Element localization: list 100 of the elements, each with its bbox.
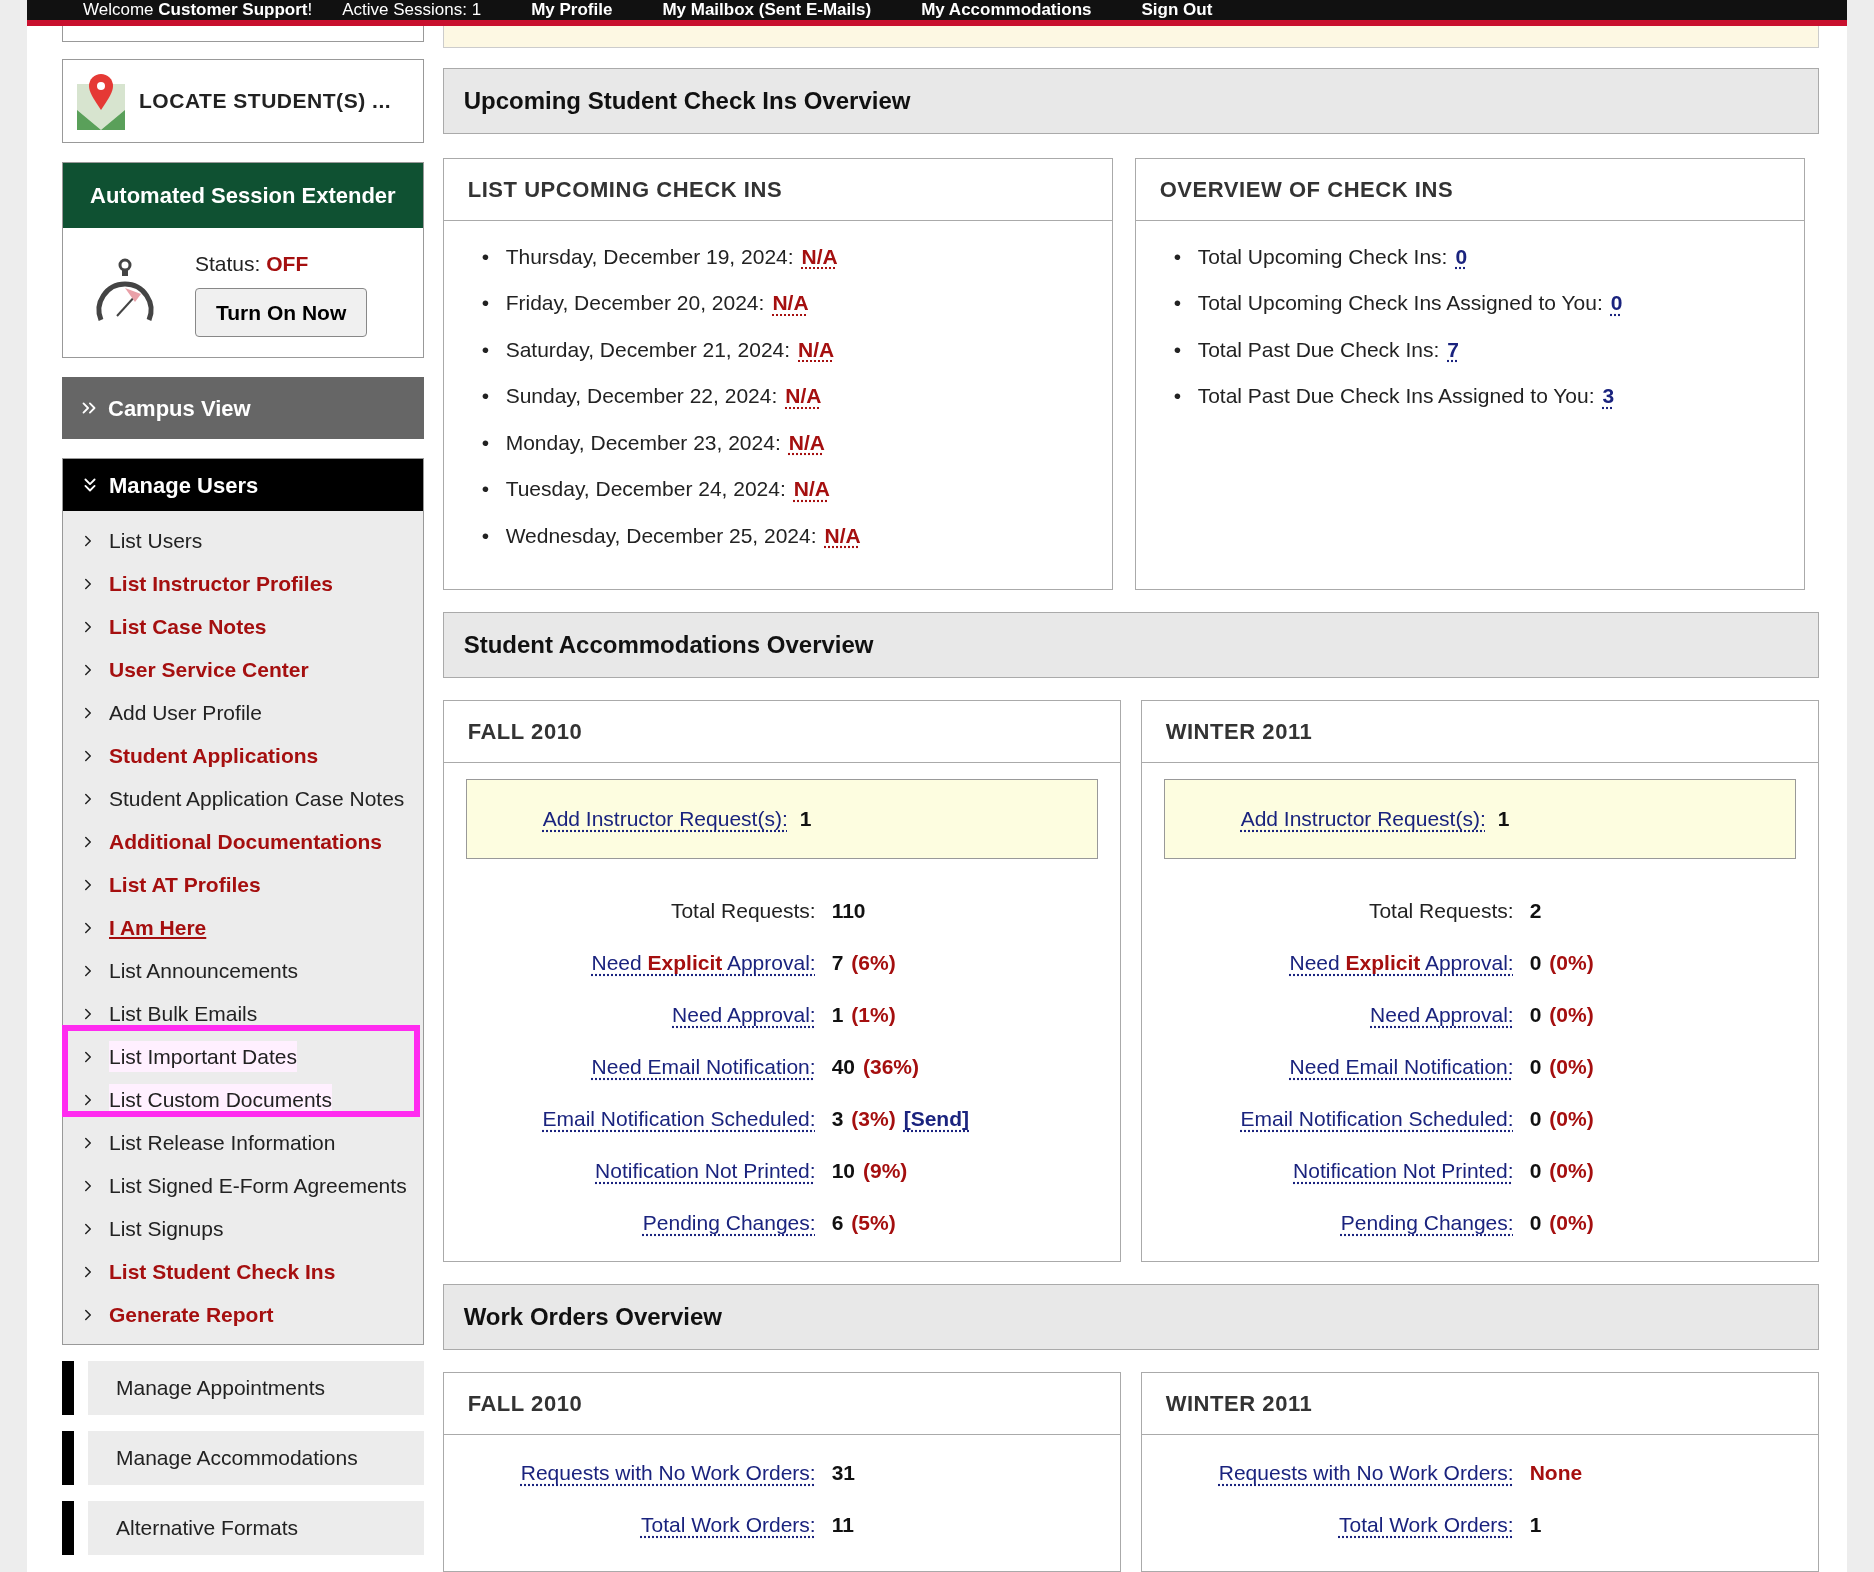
stat-link[interactable]: Notification Not Printed: [595, 1155, 816, 1187]
stat-link[interactable]: Pending Changes: [1340, 1207, 1514, 1239]
stat-count: 0 [1529, 950, 1542, 977]
sidebar-link[interactable]: Student Application Case Notes [109, 782, 405, 815]
stat-link[interactable]: Pending Changes: [642, 1207, 816, 1239]
sidebar-link[interactable]: User Service Center [109, 653, 309, 686]
status-text: Status: OFF [195, 251, 310, 277]
na-link[interactable]: N/A [788, 426, 825, 458]
check-in-date: Wednesday, December 25, 2024: [505, 522, 817, 549]
sidebar-link[interactable]: List Signups [109, 1212, 224, 1245]
stat-link[interactable]: Need Approval: [1370, 999, 1514, 1031]
request-count: 1 [1497, 806, 1510, 833]
stat-percent: (1%) [851, 1002, 896, 1029]
sidebar-link[interactable]: Generate Report [109, 1298, 274, 1331]
bullet: • [1173, 336, 1182, 363]
section-link[interactable]: Alternative Formats [88, 1501, 424, 1555]
na-link[interactable]: N/A [785, 380, 822, 412]
bullet: • [481, 290, 490, 316]
count-link[interactable]: 0 [1610, 287, 1623, 319]
stat-percent: (0%) [1549, 1158, 1594, 1185]
sidebar-link[interactable]: List Users [109, 524, 203, 557]
instructor-request-link[interactable]: Add Instructor Request(s): [542, 803, 788, 835]
work-order-link[interactable]: Requests with No Work Orders: [520, 1457, 816, 1489]
stat-count: 0 [1529, 1210, 1542, 1237]
stat-count: 10 [831, 1158, 855, 1185]
stat-link[interactable]: Notification Not Printed: [1293, 1155, 1514, 1187]
send-link[interactable]: [Send] [903, 1103, 969, 1135]
section-marker [62, 1501, 74, 1555]
stat-percent: (36%) [863, 1054, 920, 1081]
bullet: • [481, 522, 490, 549]
sidebar-link[interactable]: List AT Profiles [109, 868, 261, 901]
stat-link[interactable]: Need Explicit Approval: [1289, 947, 1514, 979]
stat-percent: (5%) [851, 1210, 896, 1237]
overview-label: Total Upcoming Check Ins Assigned to You: [1197, 290, 1603, 316]
stat-percent: (0%) [1549, 1002, 1594, 1029]
work-order-value: 1 [1529, 1512, 1542, 1539]
na-link[interactable]: N/A [772, 287, 809, 319]
bullet: • [1173, 243, 1182, 270]
count-link[interactable]: 0 [1455, 240, 1468, 272]
work-order-link[interactable]: Total Work Orders: [641, 1509, 816, 1541]
card-title: WINTER 2011 [1141, 1373, 1818, 1435]
check-in-date: Friday, December 20, 2024: [505, 290, 765, 316]
stat-count: 0 [1529, 1002, 1542, 1029]
stat-link[interactable]: Need Email Notification: [1289, 1051, 1514, 1083]
count-link[interactable]: 3 [1602, 380, 1615, 412]
stat-link[interactable]: Email Notification Scheduled: [1240, 1103, 1514, 1135]
instructor-request-link[interactable]: Add Instructor Request(s): [1240, 803, 1486, 835]
work-order-value: 11 [831, 1512, 854, 1539]
stat-percent: (0%) [1549, 1210, 1594, 1237]
sessions-text: Active Sessions: 1 [342, 0, 482, 20]
bullet: • [481, 429, 490, 456]
sidebar-link[interactable]: List Instructor Profiles [109, 567, 334, 600]
sidebar-link[interactable]: Student Applications [109, 739, 319, 772]
bullet: • [481, 336, 490, 363]
sidebar-link[interactable]: List Student Check Ins [109, 1255, 336, 1288]
turn-on-button[interactable]: Turn On Now [195, 287, 368, 337]
stat-count: 2 [1529, 898, 1542, 925]
top-nav-link[interactable]: My Mailbox (Sent E-Mails) [662, 0, 872, 20]
top-nav-link[interactable]: Sign Out [1141, 0, 1213, 20]
stat-link[interactable]: Need Explicit Approval: [591, 947, 816, 979]
stat-label: Total Requests: [670, 898, 816, 925]
section-link[interactable]: Manage Accommodations [88, 1431, 424, 1485]
locate-students-button[interactable]: LOCATE STUDENT(S) ... [62, 59, 424, 143]
work-order-link[interactable]: Total Work Orders: [1339, 1509, 1514, 1541]
work-order-value: 31 [831, 1460, 855, 1487]
check-in-date: Monday, December 23, 2024: [505, 429, 781, 456]
sidebar-link[interactable]: I Am Here [109, 911, 207, 944]
bullet: • [481, 243, 490, 270]
campus-view-header[interactable]: Campus View [62, 377, 424, 439]
sidebar-link[interactable]: List Case Notes [109, 610, 267, 643]
sidebar-link[interactable]: List Release Information [109, 1126, 336, 1159]
work-order-link[interactable]: Requests with No Work Orders: [1218, 1457, 1514, 1489]
stat-link[interactable]: Need Approval: [672, 999, 816, 1031]
sidebar-link[interactable]: Additional Documentations [109, 825, 382, 858]
manage-users-header[interactable]: Manage Users [63, 459, 423, 511]
request-count: 1 [799, 806, 812, 833]
sidebar-link[interactable]: List Announcements [109, 954, 299, 987]
check-in-date: Tuesday, December 24, 2024: [505, 476, 786, 502]
na-link[interactable]: N/A [801, 240, 838, 272]
stat-link[interactable]: Email Notification Scheduled: [542, 1103, 816, 1135]
top-nav-link[interactable]: My Profile [531, 0, 613, 20]
sidebar-link[interactable]: List Bulk Emails [109, 997, 258, 1030]
work-order-value: None [1529, 1460, 1583, 1487]
na-link[interactable]: N/A [824, 519, 861, 551]
stat-percent: (0%) [1549, 1054, 1594, 1081]
stat-percent: (0%) [1549, 950, 1594, 977]
top-nav-link[interactable]: My Accommodations [921, 0, 1092, 20]
sidebar-link[interactable]: List Important Dates [109, 1040, 297, 1073]
section-header: Work Orders Overview [442, 1284, 1819, 1350]
stat-count: 6 [831, 1210, 844, 1237]
section-header: Upcoming Student Check Ins Overview [442, 68, 1819, 134]
count-link[interactable]: 7 [1447, 333, 1459, 365]
sidebar-link[interactable]: List Signed E-Form Agreements [109, 1169, 407, 1202]
stat-link[interactable]: Need Email Notification: [591, 1051, 816, 1083]
na-link[interactable]: N/A [793, 473, 830, 505]
card-title: FALL 2010 [443, 701, 1120, 763]
section-header: Student Accommodations Overview [442, 612, 1819, 678]
na-link[interactable]: N/A [798, 333, 835, 365]
sidebar-link[interactable]: Add User Profile [109, 696, 262, 729]
section-link[interactable]: Manage Appointments [88, 1361, 424, 1415]
